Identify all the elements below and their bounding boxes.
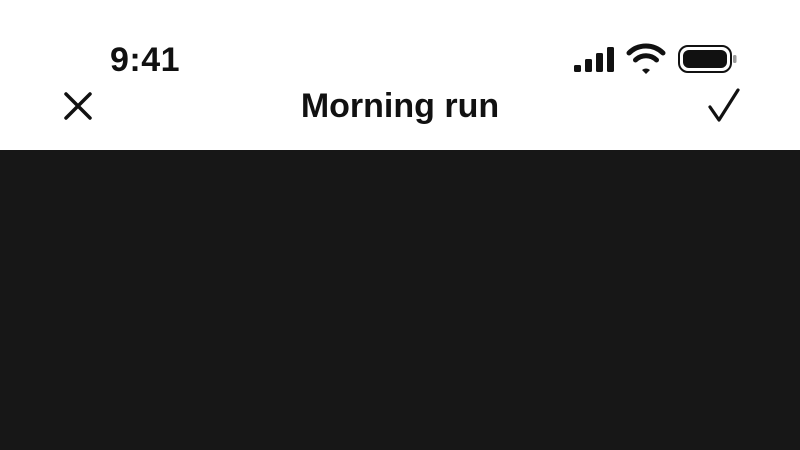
wifi-icon — [626, 43, 666, 74]
content-area — [0, 150, 800, 450]
close-button[interactable] — [58, 86, 98, 126]
battery-icon — [678, 45, 737, 73]
status-icons — [570, 42, 740, 78]
status-time: 9:41 — [110, 41, 181, 79]
page-title: Morning run — [300, 87, 500, 125]
screen: 9:41 Morning run — [0, 0, 800, 450]
close-icon — [64, 92, 92, 120]
confirm-button[interactable] — [702, 86, 746, 126]
status-bar: 9:41 — [0, 0, 800, 84]
cellular-signal-icon — [574, 47, 614, 72]
nav-bar: Morning run — [0, 84, 800, 150]
checkmark-icon — [708, 88, 740, 122]
